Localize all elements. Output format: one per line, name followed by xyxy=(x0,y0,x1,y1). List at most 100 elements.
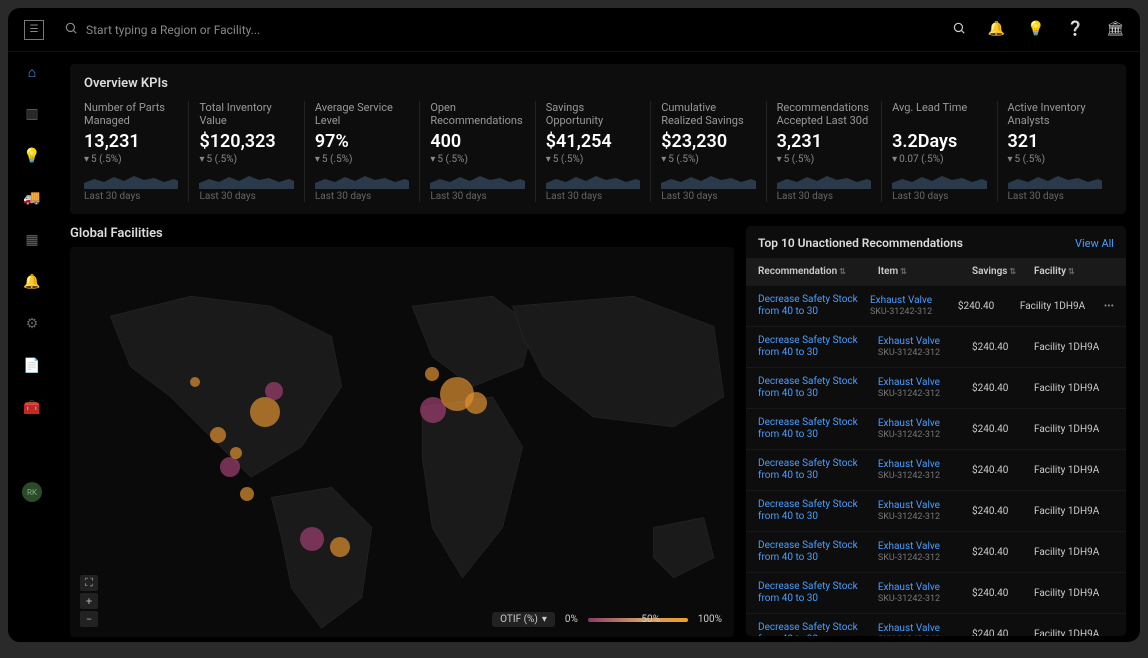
kpi-sparkline xyxy=(777,169,871,189)
sidebar-inventory-icon[interactable]: ▥ xyxy=(24,106,40,122)
table-row[interactable]: Decrease Safety Stock from 40 to 30 Exha… xyxy=(746,285,1126,326)
user-avatar[interactable]: RK xyxy=(22,482,42,502)
facility-value: Facility 1DH9A xyxy=(1020,301,1100,312)
kpi-card: Active Inventory Analysts 321 5 (.5%) La… xyxy=(997,101,1112,202)
kpi-footer: Last 30 days xyxy=(199,191,293,202)
map-metric-dropdown[interactable]: OTIF (%) ▾ xyxy=(492,612,555,627)
kpi-label: Cumulative Realized Savings xyxy=(661,101,755,129)
savings-value: $240.40 xyxy=(972,588,1034,599)
kpi-delta: 5 (.5%) xyxy=(777,154,871,165)
search-icon xyxy=(64,21,78,38)
table-row[interactable]: Decrease Safety Stock from 40 to 30 Exha… xyxy=(746,449,1126,490)
kpi-label: Average Service Level xyxy=(315,101,409,129)
facility-value: Facility 1DH9A xyxy=(1034,424,1114,435)
recommendation-link[interactable]: Decrease Safety Stock from 40 to 30 xyxy=(758,581,878,605)
sidebar-home-icon[interactable]: ⌂ xyxy=(24,64,40,80)
kpi-sparkline xyxy=(430,169,524,189)
recommendation-link[interactable]: Decrease Safety Stock from 40 to 30 xyxy=(758,540,878,564)
search-input[interactable] xyxy=(86,23,386,37)
table-row[interactable]: Decrease Safety Stock from 40 to 30 Exha… xyxy=(746,531,1126,572)
table-row[interactable]: Decrease Safety Stock from 40 to 30 Exha… xyxy=(746,490,1126,531)
facility-value: Facility 1DH9A xyxy=(1034,383,1114,394)
table-row[interactable]: Decrease Safety Stock from 40 to 30 Exha… xyxy=(746,408,1126,449)
table-row[interactable]: Decrease Safety Stock from 40 to 30 Exha… xyxy=(746,326,1126,367)
apps-icon[interactable]: 🏛 xyxy=(1106,21,1124,39)
recommendation-link[interactable]: Decrease Safety Stock from 40 to 30 xyxy=(758,376,878,400)
kpi-delta: 5 (.5%) xyxy=(84,154,178,165)
kpi-label: Recommendations Accepted Last 30d xyxy=(777,101,871,129)
kpi-sparkline xyxy=(84,169,178,189)
app-logo-icon[interactable]: ☰ xyxy=(24,20,44,40)
fullscreen-button[interactable]: ⛶ xyxy=(80,575,98,591)
sidebar-doc-icon[interactable]: 📄 xyxy=(24,358,40,374)
kpi-card: Open Recommendations 400 5 (.5%) Last 30… xyxy=(419,101,534,202)
kpi-card: Recommendations Accepted Last 30d 3,231 … xyxy=(766,101,881,202)
recommendations-table: Top 10 Unactioned Recommendations View A… xyxy=(746,226,1126,636)
savings-value: $240.40 xyxy=(972,629,1034,637)
kpi-label: Number of Parts Managed xyxy=(84,101,178,129)
item-sku: SKU-31242-312 xyxy=(878,471,972,481)
kpi-sparkline xyxy=(546,169,640,189)
item-link[interactable]: Exhaust Valve xyxy=(878,418,972,430)
kpi-delta: 5 (.5%) xyxy=(1008,154,1102,165)
item-link[interactable]: Exhaust Valve xyxy=(878,541,972,553)
row-actions-icon[interactable]: ••• xyxy=(1104,301,1114,312)
col-header-recommendation[interactable]: Recommendation xyxy=(758,266,878,277)
kpi-panel: Overview KPIs Number of Parts Managed 13… xyxy=(70,64,1126,214)
sidebar-insight-icon[interactable]: 💡 xyxy=(24,148,40,164)
kpi-delta: 5 (.5%) xyxy=(661,154,755,165)
col-header-facility[interactable]: Facility xyxy=(1034,266,1114,277)
col-header-item[interactable]: Item xyxy=(878,266,972,277)
item-link[interactable]: Exhaust Valve xyxy=(878,377,972,389)
kpi-delta: 5 (.5%) xyxy=(315,154,409,165)
sidebar-grid-icon[interactable]: ▦ xyxy=(24,232,40,248)
kpi-footer: Last 30 days xyxy=(546,191,640,202)
zoom-out-button[interactable]: − xyxy=(80,611,98,627)
sidebar-alert-icon[interactable]: 🔔 xyxy=(24,274,40,290)
savings-value: $240.40 xyxy=(972,342,1034,353)
item-sku: SKU-31242-312 xyxy=(878,553,972,563)
col-header-savings[interactable]: Savings xyxy=(972,266,1034,277)
bulb-icon[interactable]: 💡 xyxy=(1027,21,1044,39)
savings-value: $240.40 xyxy=(972,424,1034,435)
kpi-label: Total Inventory Value xyxy=(199,101,293,129)
recommendation-link[interactable]: Decrease Safety Stock from 40 to 30 xyxy=(758,294,870,318)
kpi-footer: Last 30 days xyxy=(315,191,409,202)
table-row[interactable]: Decrease Safety Stock from 40 to 30 Exha… xyxy=(746,572,1126,613)
item-link[interactable]: Exhaust Valve xyxy=(870,295,958,307)
world-map[interactable]: ⛶ + − OTIF (%) ▾ 0% 50% 100% xyxy=(70,247,734,637)
recommendation-link[interactable]: Decrease Safety Stock from 40 to 30 xyxy=(758,458,878,482)
kpi-label: Open Recommendations xyxy=(430,101,524,129)
savings-value: $240.40 xyxy=(972,465,1034,476)
item-sku: SKU-31242-312 xyxy=(878,635,972,636)
item-link[interactable]: Exhaust Valve xyxy=(878,459,972,471)
item-link[interactable]: Exhaust Valve xyxy=(878,336,972,348)
map-title: Global Facilities xyxy=(70,226,734,241)
sidebar-truck-icon[interactable]: 🚚 xyxy=(24,190,40,206)
legend-min: 0% xyxy=(565,614,578,625)
legend-max: 100% xyxy=(698,614,722,625)
recommendation-link[interactable]: Decrease Safety Stock from 40 to 30 xyxy=(758,417,878,441)
sidebar-box-icon[interactable]: 🧰 xyxy=(24,400,40,416)
zoom-in-button[interactable]: + xyxy=(80,593,98,609)
item-link[interactable]: Exhaust Valve xyxy=(878,500,972,512)
item-sku: SKU-31242-312 xyxy=(878,348,972,358)
sidebar-settings-icon[interactable]: ⚙ xyxy=(24,316,40,332)
kpi-delta: 5 (.5%) xyxy=(430,154,524,165)
recommendation-link[interactable]: Decrease Safety Stock from 40 to 30 xyxy=(758,499,878,523)
notifications-icon[interactable]: 🔔 xyxy=(988,21,1005,39)
header-search-icon[interactable] xyxy=(952,21,966,39)
help-icon[interactable]: ❔ xyxy=(1067,21,1084,39)
facility-value: Facility 1DH9A xyxy=(1034,465,1114,476)
table-row[interactable]: Decrease Safety Stock from 40 to 30 Exha… xyxy=(746,613,1126,636)
facility-value: Facility 1DH9A xyxy=(1034,547,1114,558)
kpi-card: Avg. Lead Time 3.2Days 0.07 (.5%) Last 3… xyxy=(881,101,996,202)
recommendation-link[interactable]: Decrease Safety Stock from 40 to 30 xyxy=(758,622,878,636)
savings-value: $240.40 xyxy=(958,301,1020,312)
facility-value: Facility 1DH9A xyxy=(1034,588,1114,599)
item-link[interactable]: Exhaust Valve xyxy=(878,623,972,635)
recommendation-link[interactable]: Decrease Safety Stock from 40 to 30 xyxy=(758,335,878,359)
table-row[interactable]: Decrease Safety Stock from 40 to 30 Exha… xyxy=(746,367,1126,408)
item-link[interactable]: Exhaust Valve xyxy=(878,582,972,594)
view-all-link[interactable]: View All xyxy=(1075,237,1114,250)
